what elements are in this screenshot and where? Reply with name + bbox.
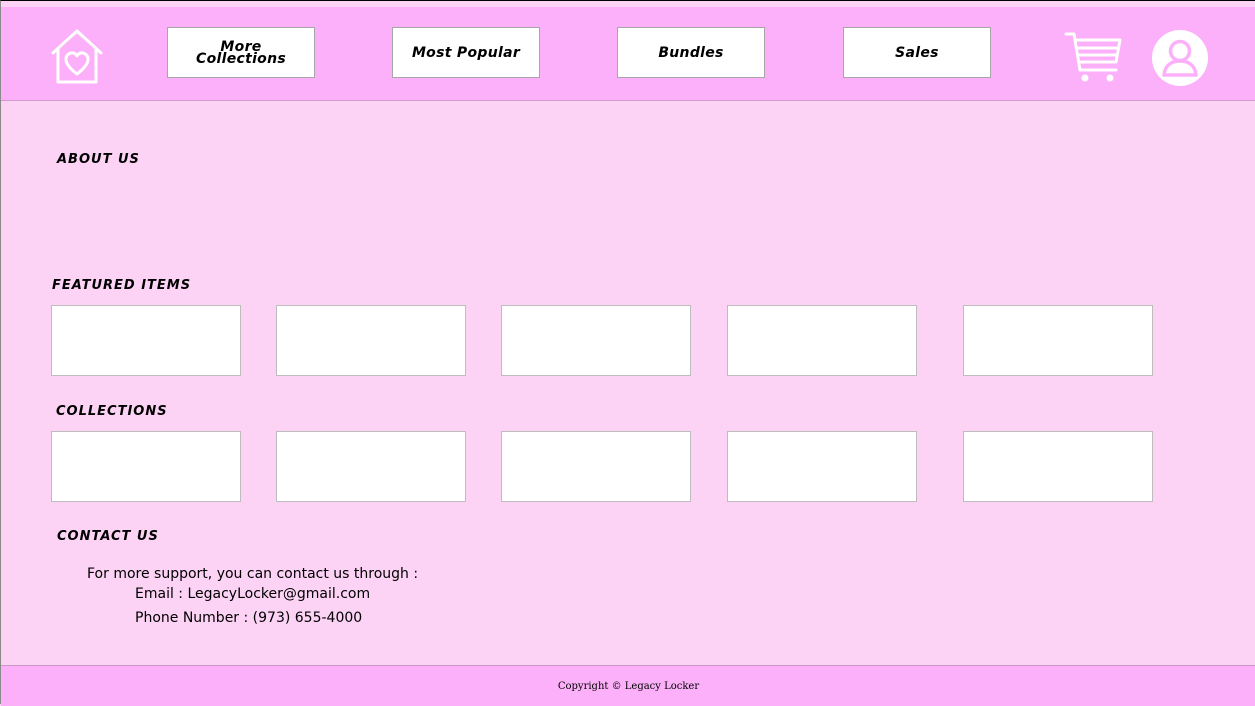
sales-button[interactable]: Sales — [843, 27, 991, 78]
most-popular-button[interactable]: Most Popular — [392, 27, 540, 78]
page-footer: Copyright © Legacy Locker — [1, 665, 1255, 706]
about-us-heading: ABOUT US — [57, 152, 140, 167]
copyright-text: Copyright © Legacy Locker — [557, 680, 700, 692]
featured-item-tile[interactable] — [51, 305, 241, 376]
user-profile-icon[interactable] — [1151, 29, 1209, 87]
bundles-button[interactable]: Bundles — [617, 27, 765, 78]
contact-us-heading: CONTACT US — [57, 529, 159, 544]
collection-tile[interactable] — [727, 431, 917, 502]
shopping-cart-icon[interactable] — [1064, 30, 1124, 85]
featured-item-tile[interactable] — [727, 305, 917, 376]
contact-email-text: Email : LegacyLocker@gmail.com — [135, 586, 371, 602]
collections-heading: COLLECTIONS — [56, 404, 168, 419]
page-frame: More Collections Most Popular Bundles Sa… — [0, 0, 1255, 706]
more-collections-label-line2: Collections — [196, 50, 286, 67]
collection-tile[interactable] — [276, 431, 466, 502]
more-collections-button[interactable]: More Collections — [167, 27, 315, 78]
featured-item-tile[interactable] — [276, 305, 466, 376]
featured-item-tile[interactable] — [501, 305, 691, 376]
top-navigation-bar: More Collections Most Popular Bundles Sa… — [1, 7, 1255, 101]
contact-intro-text: For more support, you can contact us thr… — [87, 566, 419, 582]
featured-item-tile[interactable] — [963, 305, 1153, 376]
contact-phone-text: Phone Number : (973) 655-4000 — [135, 610, 363, 626]
collection-tile[interactable] — [501, 431, 691, 502]
home-heart-icon[interactable] — [49, 27, 105, 85]
collection-tile[interactable] — [963, 431, 1153, 502]
collection-tile[interactable] — [51, 431, 241, 502]
featured-items-heading: FEATURED ITEMS — [52, 278, 192, 293]
